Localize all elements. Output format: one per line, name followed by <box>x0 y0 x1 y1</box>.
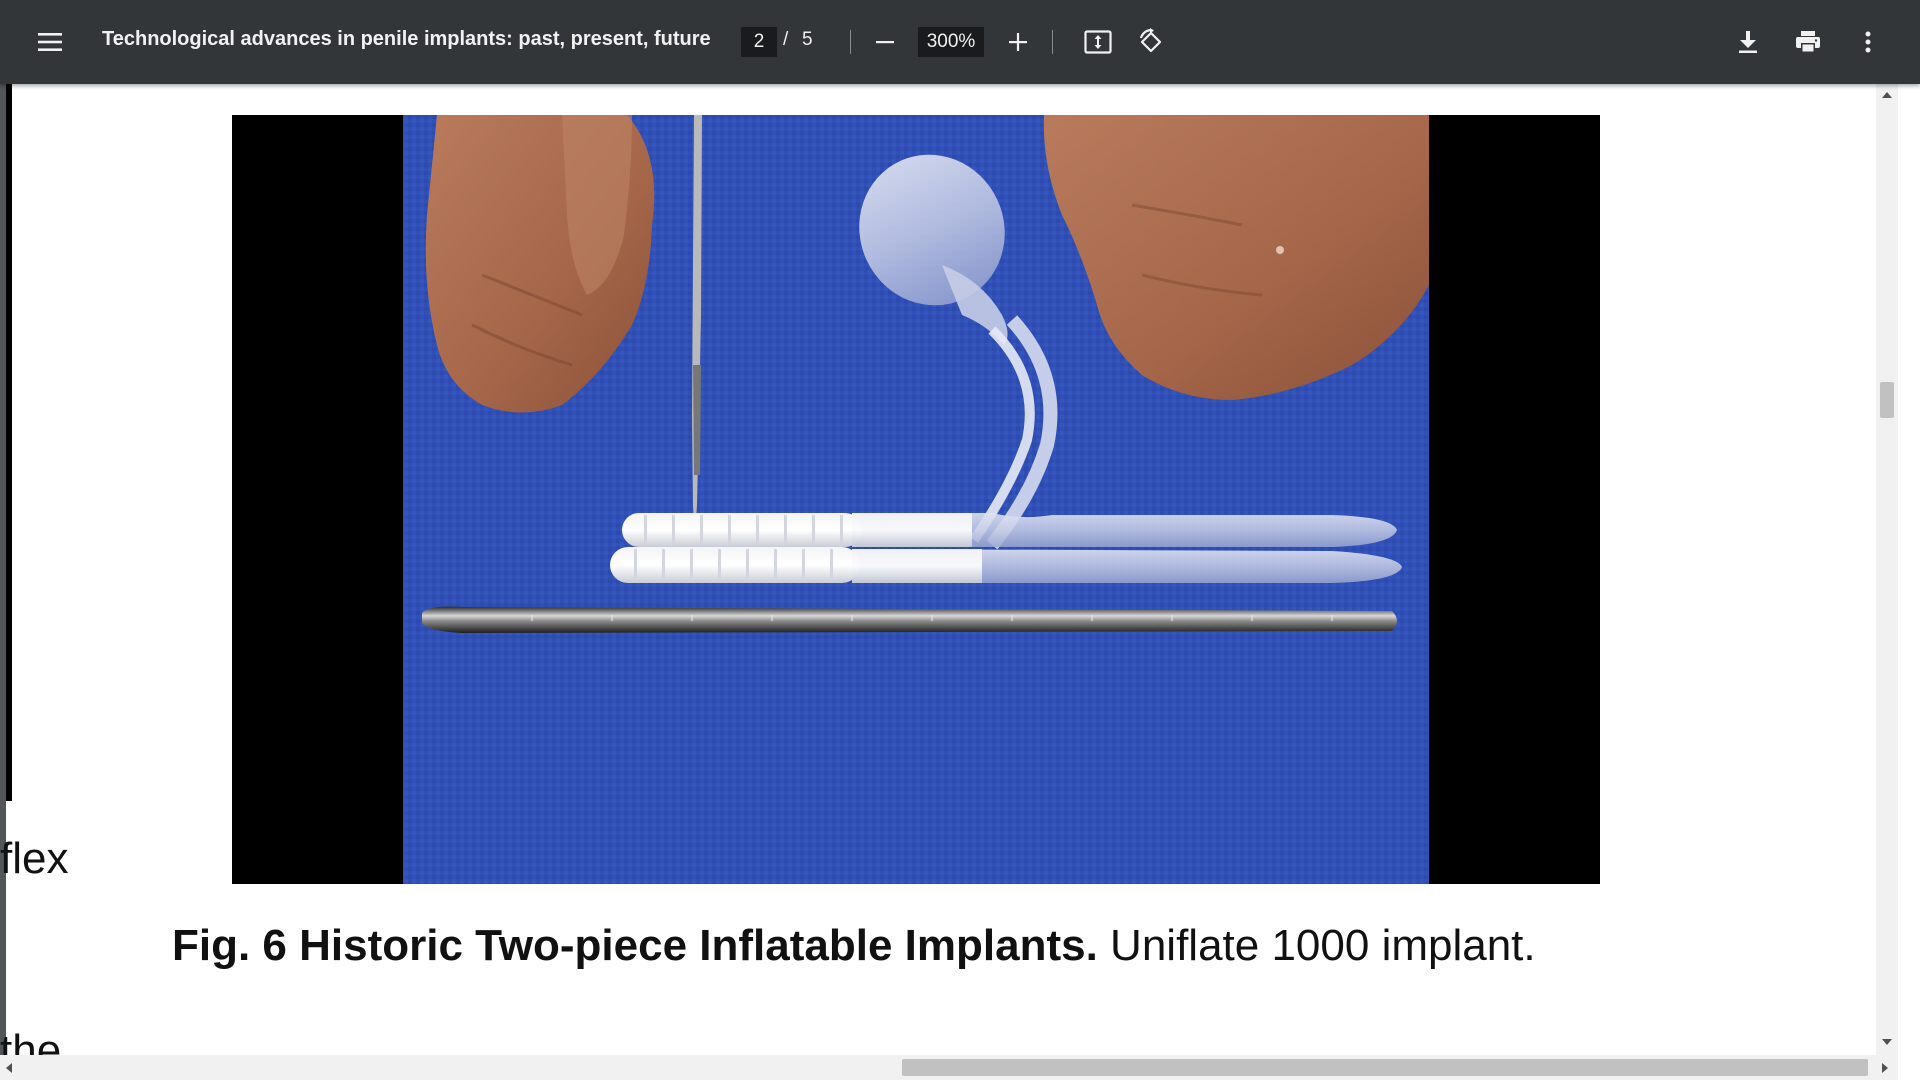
rotate-counterclockwise-icon <box>1139 28 1162 53</box>
fit-to-page-icon <box>1084 30 1112 54</box>
clipped-text-fragment: the <box>0 1026 62 1055</box>
figure-label: Fig. 6 <box>172 921 287 970</box>
window-edge <box>1898 84 1920 1080</box>
hamburger-menu-icon <box>38 33 62 51</box>
page-separator: / <box>783 29 789 50</box>
page-total: 5 <box>802 29 813 50</box>
scroll-down-arrow-icon[interactable] <box>1882 1039 1892 1045</box>
toolbar-divider <box>1052 30 1053 54</box>
implant-cylinder-top <box>622 513 1397 547</box>
print-button[interactable] <box>1786 20 1830 64</box>
minus-icon <box>876 41 894 44</box>
zoom-in-button[interactable] <box>996 20 1040 64</box>
zoom-out-button[interactable] <box>863 20 907 64</box>
column-rule <box>6 84 12 801</box>
scroll-up-arrow-icon[interactable] <box>1882 92 1892 98</box>
toolbar-divider <box>850 30 851 54</box>
horizontal-scrollbar[interactable] <box>0 1055 1898 1080</box>
vertical-scrollbar[interactable] <box>1876 84 1898 1055</box>
more-vertical-icon <box>1865 31 1871 53</box>
document-title: Technological advances in penile implant… <box>102 28 711 50</box>
page-number-input[interactable] <box>741 27 777 57</box>
more-options-button[interactable] <box>1846 20 1890 64</box>
figure-description: Uniflate 1000 implant. <box>1110 921 1536 970</box>
pdf-page: flex the Fig. 6 Historic Two-piece Infla… <box>0 84 1876 1055</box>
pdf-toolbar: Technological advances in penile implant… <box>0 0 1920 84</box>
document-viewport[interactable]: flex the Fig. 6 Historic Two-piece Infla… <box>0 84 1876 1055</box>
figure-image <box>232 115 1600 884</box>
download-button[interactable] <box>1726 20 1770 64</box>
pdf-viewer-window: Technological advances in penile implant… <box>0 0 1920 1080</box>
plus-icon <box>1009 33 1027 51</box>
rotate-button[interactable] <box>1129 20 1173 64</box>
scroll-left-arrow-icon[interactable] <box>6 1063 12 1073</box>
print-icon <box>1796 31 1820 53</box>
download-icon <box>1739 31 1757 53</box>
figure-title: Historic Two-piece Inflatable Implants. <box>299 921 1098 970</box>
implant-photo <box>403 115 1429 884</box>
figure-caption: Fig. 6 Historic Two-piece Inflatable Imp… <box>172 920 1664 972</box>
implant-cylinder-bottom <box>610 547 1402 583</box>
scroll-right-arrow-icon[interactable] <box>1882 1063 1888 1073</box>
menu-button[interactable] <box>26 18 74 66</box>
vertical-scroll-thumb[interactable] <box>1880 382 1894 418</box>
zoom-input[interactable] <box>918 27 984 57</box>
clipped-text-fragment: flex <box>0 834 69 883</box>
horizontal-scroll-thumb[interactable] <box>902 1059 1868 1076</box>
fit-to-page-button[interactable] <box>1076 20 1120 64</box>
